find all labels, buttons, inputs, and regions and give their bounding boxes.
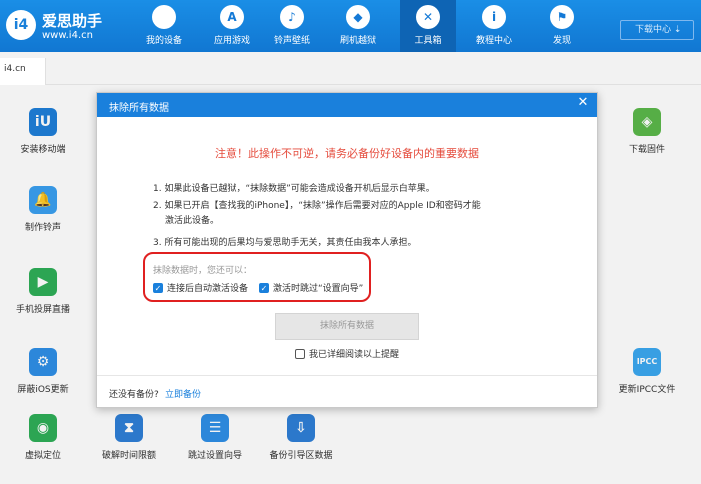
nav-item-label: 铃声壁纸 bbox=[273, 36, 310, 46]
notice-item-2-line-1: 2. 如果已开启【查找我的iPhone】，“抹除”操作后需要对应的Apple I… bbox=[153, 201, 481, 211]
nav-item-label: 我的设备 bbox=[145, 36, 182, 46]
nav-item-5[interactable]: i 教程中心 bbox=[466, 0, 522, 52]
app-store-icon: A bbox=[220, 5, 244, 29]
checkbox-checked-icon: ✓ bbox=[259, 282, 269, 293]
no-backup-question: 还没有备份? bbox=[109, 390, 159, 400]
nav-item-0[interactable]: 我的设备 bbox=[136, 0, 192, 52]
download-center-button[interactable]: 下载中心 ⇣ bbox=[620, 20, 694, 40]
skip-setup-wizard-checkbox[interactable]: ✓ 激活时跳过“设置向导” bbox=[259, 281, 363, 294]
dialog-header: 抹除所有数据 ✕ bbox=[97, 93, 597, 117]
nav-item-3[interactable]: ◆ 刷机越狱 bbox=[330, 0, 386, 52]
tab-bar: i4.cn bbox=[0, 52, 701, 85]
tab-i4cn[interactable]: i4.cn bbox=[0, 58, 46, 85]
tab-label: i4.cn bbox=[4, 64, 26, 74]
backup-now-link[interactable]: 立即备份 bbox=[165, 387, 201, 400]
nav-item-label: 工具箱 bbox=[414, 36, 442, 46]
nav-item-label: 刷机越狱 bbox=[339, 36, 376, 46]
checkbox-checked-icon: ✓ bbox=[153, 282, 163, 293]
download-icon: ⇣ bbox=[673, 25, 682, 35]
skip-setup-wizard-label: 激活时跳过“设置向导” bbox=[273, 284, 364, 294]
nav-item-6[interactable]: ⚑ 发现 bbox=[534, 0, 590, 52]
toolbox-icon: ✕ bbox=[416, 5, 440, 29]
erase-all-data-button[interactable]: 抹除所有数据 bbox=[275, 313, 419, 340]
notice-item-2-line-2: 激活此设备。 bbox=[165, 216, 220, 226]
notice-item-1: 1. 如果此设备已越狱，“抹除数据”可能会造成设备开机后显示白苹果。 bbox=[153, 184, 435, 194]
nav-item-label: 教程中心 bbox=[475, 36, 512, 46]
music-icon: ♪ bbox=[280, 5, 304, 29]
dropbox-icon: ◆ bbox=[346, 5, 370, 29]
dialog-footer: 还没有备份? 立即备份 bbox=[97, 375, 597, 407]
warning-text: 注意！此操作不可逆，请务必备份好设备内的重要数据 bbox=[215, 147, 479, 160]
nav-item-label: 应用游戏 bbox=[213, 36, 250, 46]
checkbox-unchecked-icon bbox=[295, 348, 305, 359]
auto-activate-checkbox[interactable]: ✓ 连接后自动激活设备 bbox=[153, 281, 248, 294]
notice-item-3: 3. 所有可能出现的后果均与爱思助手无关，其责任由我本人承担。 bbox=[153, 238, 417, 248]
nav-item-2[interactable]: ♪ 铃声壁纸 bbox=[264, 0, 320, 52]
top-navigation-bar: i4 爱思助手 www.i4.cn 我的设备 A 应用游戏 ♪ 铃声壁纸 ◆ 刷机越狱 ✕ 工具… bbox=[0, 0, 701, 52]
nav-item-1[interactable]: A 应用游戏 bbox=[204, 0, 260, 52]
nav-item-label: 发现 bbox=[552, 36, 571, 46]
nav-item-4[interactable]: ✕ 工具箱 bbox=[400, 0, 456, 52]
apple-icon bbox=[152, 5, 176, 29]
app-logo[interactable]: i4 爱思助手 www.i4.cn bbox=[6, 6, 116, 46]
options-hint: 抹除数据时，您还可以： bbox=[153, 266, 253, 276]
dialog-title: 抹除所有数据 bbox=[109, 103, 169, 114]
app-url: www.i4.cn bbox=[42, 30, 93, 41]
highlight-annotation bbox=[143, 252, 371, 302]
close-icon[interactable]: ✕ bbox=[575, 95, 591, 111]
i4-logo-icon: i4 bbox=[6, 10, 36, 40]
info-icon: i bbox=[482, 5, 506, 29]
app-name: 爱思助手 bbox=[42, 12, 103, 30]
confirm-read-label: 我已详细阅读以上提醒 bbox=[309, 350, 400, 360]
confirm-read-checkbox[interactable]: 我已详细阅读以上提醒 bbox=[295, 347, 399, 360]
erase-all-data-dialog: 抹除所有数据 ✕ 注意！此操作不可逆，请务必备份好设备内的重要数据 1. 如果此… bbox=[96, 92, 598, 408]
flag-icon: ⚑ bbox=[550, 5, 574, 29]
auto-activate-label: 连接后自动激活设备 bbox=[167, 284, 249, 294]
download-center-label: 下载中心 bbox=[635, 25, 672, 35]
